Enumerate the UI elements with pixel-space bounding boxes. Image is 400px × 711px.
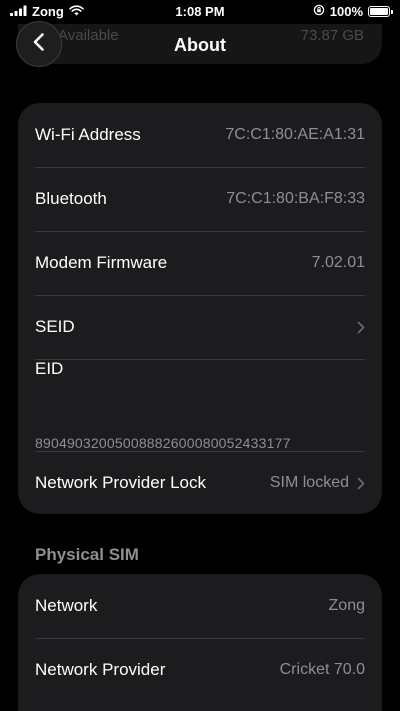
section-header-physical-sim: Physical SIM: [35, 545, 139, 564]
row-label: EID: [35, 359, 64, 378]
battery-level: [370, 8, 388, 15]
about-info-card: Wi-Fi Address 7C:C1:80:AE:A1:31 Bluetoot…: [18, 103, 382, 514]
row-label: SEID: [35, 317, 75, 336]
row-network-provider-lock[interactable]: Network Provider Lock SIM locked: [18, 451, 382, 515]
row-label: Modem Firmware: [35, 253, 168, 272]
row-value: Zong: [328, 597, 365, 614]
page-title: About: [174, 35, 226, 55]
row-label: Network Provider Lock: [35, 473, 207, 492]
navigation-bar: Available 73.87 GB About: [0, 21, 400, 76]
row-value: 7C:C1:80:BA:F8:33: [226, 190, 365, 207]
status-right: 100%: [313, 4, 393, 19]
row-label: Network Provider: [35, 660, 166, 679]
row-value: 7.02.01: [311, 254, 365, 271]
battery-icon: [368, 6, 393, 17]
row-label: Bluetooth: [35, 189, 107, 208]
row-value: 7C:C1:80:AE:A1:31: [225, 126, 365, 143]
physical-sim-card: Network Zong Network Provider Cricket 70…: [18, 574, 382, 711]
row-seid[interactable]: SEID: [18, 295, 382, 359]
status-bar: Zong 1:08 PM 100%: [0, 0, 400, 24]
chevron-right-icon: [357, 477, 365, 490]
row-wifi-address: Wi-Fi Address 7C:C1:80:AE:A1:31: [18, 103, 382, 167]
row-label: Network: [35, 596, 98, 615]
eid-value: 89049032005008882600080052433177: [35, 435, 291, 451]
row-modem-firmware: Modem Firmware 7.02.01: [18, 231, 382, 295]
row-network-provider: Network Provider Cricket 70.0: [18, 638, 382, 702]
row-bluetooth: Bluetooth 7C:C1:80:BA:F8:33: [18, 167, 382, 231]
row-label: Wi-Fi Address: [35, 125, 141, 144]
battery-percent: 100%: [329, 4, 363, 19]
row-value: Cricket 70.0: [279, 661, 365, 678]
row-network: Network Zong: [18, 574, 382, 638]
rotation-lock-icon: [313, 4, 325, 19]
row-eid: EID 89049032005008882600080052433177: [18, 359, 382, 451]
row-value: SIM locked: [269, 474, 349, 491]
chevron-right-icon: [357, 321, 365, 334]
